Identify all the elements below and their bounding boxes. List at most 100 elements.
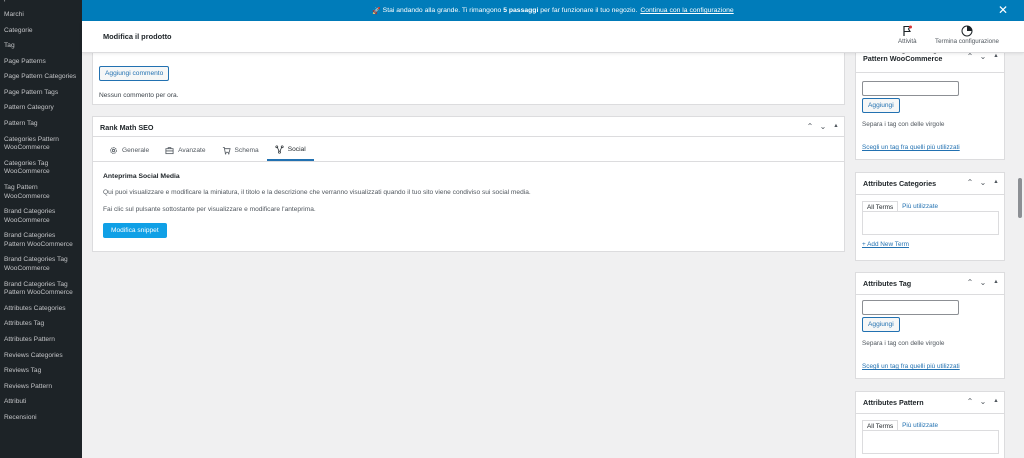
toggle-triangle-icon[interactable]: ▲: [991, 277, 1001, 288]
sidebar-item-prodotto[interactable]: prodotto: [0, 0, 82, 8]
toolbox-icon: [165, 147, 174, 155]
page-title: Modifica il prodotto: [103, 32, 172, 41]
chevron-down-icon[interactable]: ⌄: [978, 396, 988, 407]
sidebar-item-categories-tag-woocommerce[interactable]: Categories Tag WooCommerce: [0, 156, 82, 180]
attributes-tag-metabox: Attributes Tag ⌃ ⌄ ▲ Aggiungi Separa i t…: [855, 272, 1005, 379]
page-header: Modifica il prodotto Attività Termina co…: [82, 21, 1024, 53]
sidebar-item-categories-pattern-woocommerce[interactable]: Categories Pattern WooCommerce: [0, 132, 82, 156]
sidebar-item-attributes-pattern[interactable]: Attributes Pattern: [0, 333, 82, 349]
tab-social[interactable]: Social: [266, 140, 314, 161]
close-icon[interactable]: ✕: [998, 3, 1008, 17]
toggle-triangle-icon[interactable]: ▲: [991, 177, 1001, 188]
sidebar-item-marchi[interactable]: Marchi: [0, 8, 82, 24]
chevron-up-icon[interactable]: ⌃: [965, 177, 975, 188]
edit-snippet-button[interactable]: Modifica snippet: [103, 223, 167, 238]
chevron-down-icon[interactable]: ⌄: [978, 177, 988, 188]
tab-schema[interactable]: Schema: [214, 140, 267, 161]
tab-generale[interactable]: Generale: [101, 140, 157, 161]
add-comment-button[interactable]: Aggiungi commento: [99, 66, 170, 81]
sidebar-item-brand-categories-woocommerce[interactable]: Brand Categories WooCommerce: [0, 205, 82, 229]
sidebar-item-brand-categories-tag-pattern-woocommerce[interactable]: Brand Categories Tag Pattern WooCommerce: [0, 277, 82, 301]
attributes-pattern-term-list[interactable]: [862, 430, 999, 454]
sidebar-item-attributes-categories[interactable]: Attributes Categories: [0, 301, 82, 317]
metabox-controls: ⌃ ⌄ ▲: [965, 177, 1001, 188]
sidebar-item-brand-categories-pattern-woocommerce[interactable]: Brand Categories Pattern WooCommerce: [0, 229, 82, 253]
sidebar-item-page-pattern-tags[interactable]: Page Pattern Tags: [0, 85, 82, 101]
tab-avanzate-label: Avanzate: [178, 147, 206, 154]
sidebar-item-pattern-category[interactable]: Pattern Category: [0, 101, 82, 117]
metabox-controls: ⌃ ⌄ ▲: [965, 277, 1001, 288]
chevron-up-icon[interactable]: ⌃: [965, 277, 975, 288]
attributes-categories-term-list[interactable]: [862, 211, 999, 235]
sidebar-item-reviews-pattern[interactable]: Reviews Pattern: [0, 379, 82, 395]
sidebar-item-pattern-tag[interactable]: Pattern Tag: [0, 117, 82, 133]
separate-tags-hint: Separa i tag con delle virgole: [862, 121, 945, 128]
sidebar-item-recensioni[interactable]: Recensioni: [0, 410, 82, 426]
sidebar-item-attributi[interactable]: Attributi: [0, 395, 82, 411]
finish-setup-button[interactable]: Termina configurazione: [935, 25, 999, 45]
add-brand-tag-button[interactable]: Aggiungi: [862, 98, 900, 113]
toggle-triangle-icon[interactable]: ▲: [831, 121, 841, 132]
separate-tags-hint: Separa i tag con delle virgole: [862, 340, 945, 347]
setup-notice-bar: 🚀 Stai andando alla grande. Ti rimangono…: [82, 0, 1024, 21]
rank-math-header: Rank Math SEO ⌃ ⌄ ▲: [93, 117, 844, 137]
cart-icon: [222, 146, 231, 155]
progress-circle-icon: [961, 25, 973, 37]
add-new-term-link[interactable]: + Add New Term: [862, 241, 909, 248]
flag-icon: [903, 25, 913, 36]
notice-text-after: per far funzionare il tuo negozio.: [540, 7, 638, 14]
attributes-tag-title: Attributes Tag: [863, 279, 912, 288]
sidebar-item-page-patterns[interactable]: Page Patterns: [0, 54, 82, 70]
sidebar-item-reviews-tag[interactable]: Reviews Tag: [0, 364, 82, 380]
no-comments-text: Nessun commento per ora.: [99, 92, 179, 99]
sidebar-item-tag-pattern-woocommerce[interactable]: Tag Pattern WooCommerce: [0, 181, 82, 205]
sidebar-item-brand-categories-tag-woocommerce[interactable]: Brand Categories Tag WooCommerce: [0, 253, 82, 277]
activity-button[interactable]: Attività: [898, 25, 917, 45]
add-attributes-tag-button[interactable]: Aggiungi: [862, 317, 900, 332]
brand-tag-input[interactable]: [862, 81, 959, 96]
activity-label: Attività: [898, 38, 917, 45]
attributes-categories-header: Attributes Categories ⌃ ⌄ ▲: [856, 173, 1004, 195]
sidebar-item-page-pattern-categories[interactable]: Page Pattern Categories: [0, 70, 82, 86]
rank-math-title: Rank Math SEO: [100, 123, 154, 132]
rocket-icon: 🚀: [372, 7, 381, 15]
rank-math-tabs: Generale Avanzate Schema Social: [101, 140, 314, 162]
attributes-tag-header: Attributes Tag ⌃ ⌄ ▲: [856, 273, 1004, 295]
notice-steps: 5 passaggi: [503, 7, 539, 14]
page-scrollbar[interactable]: [1016, 53, 1024, 458]
attributes-pattern-title: Attributes Pattern: [863, 398, 924, 407]
notice-text-before: Stai andando alla grande. Ti rimangono: [382, 7, 502, 14]
scrollbar-thumb[interactable]: [1018, 178, 1022, 218]
sidebar-item-tag[interactable]: Tag: [0, 39, 82, 55]
attributes-tag-input[interactable]: [862, 300, 959, 315]
chevron-down-icon[interactable]: ⌄: [978, 277, 988, 288]
continue-setup-link[interactable]: Continua con la configurazione: [640, 7, 733, 14]
social-preview-description: Qui puoi visualizzare e modificare la mi…: [103, 189, 531, 196]
finish-setup-label: Termina configurazione: [935, 38, 999, 45]
brand-categories-tag-pattern-metabox: Brand Categories Tag Pattern WooCommerce…: [855, 40, 1005, 160]
rank-math-metabox: Rank Math SEO ⌃ ⌄ ▲ Generale Avanzate Sc…: [92, 116, 845, 252]
share-icon: [275, 145, 284, 154]
metabox-controls: ⌃ ⌄ ▲: [965, 396, 1001, 407]
sidebar-item-reviews-categories[interactable]: Reviews Categories: [0, 348, 82, 364]
toggle-triangle-icon[interactable]: ▲: [991, 396, 1001, 407]
tabs-divider: [93, 161, 844, 162]
choose-popular-tags-link[interactable]: Scegli un tag fra quelli più utilizzati: [862, 363, 960, 370]
sidebar-item-categorie[interactable]: Categorie: [0, 23, 82, 39]
chevron-up-icon[interactable]: ⌃: [805, 121, 815, 132]
tab-social-label: Social: [287, 146, 306, 153]
tab-generale-label: Generale: [122, 147, 150, 154]
attributes-pattern-metabox: Attributes Pattern ⌃ ⌄ ▲ All Terms Più u…: [855, 391, 1005, 458]
attributes-pattern-header: Attributes Pattern ⌃ ⌄ ▲: [856, 392, 1004, 414]
tab-avanzate[interactable]: Avanzate: [157, 140, 213, 161]
social-preview-heading: Anteprima Social Media: [103, 173, 180, 180]
metabox-controls: ⌃ ⌄ ▲: [805, 121, 841, 132]
chevron-down-icon[interactable]: ⌄: [818, 121, 828, 132]
sidebar-item-attributes-tag[interactable]: Attributes Tag: [0, 317, 82, 333]
chevron-up-icon[interactable]: ⌃: [965, 396, 975, 407]
choose-popular-tags-link[interactable]: Scegli un tag fra quelli più utilizzati: [862, 144, 960, 151]
admin-sidebar: prodotto Marchi Categorie Tag Page Patte…: [0, 0, 82, 458]
social-preview-instruction: Fai clic sul pulsante sottostante per vi…: [103, 206, 316, 213]
attributes-categories-title: Attributes Categories: [863, 179, 937, 188]
gear-icon: [110, 147, 117, 154]
